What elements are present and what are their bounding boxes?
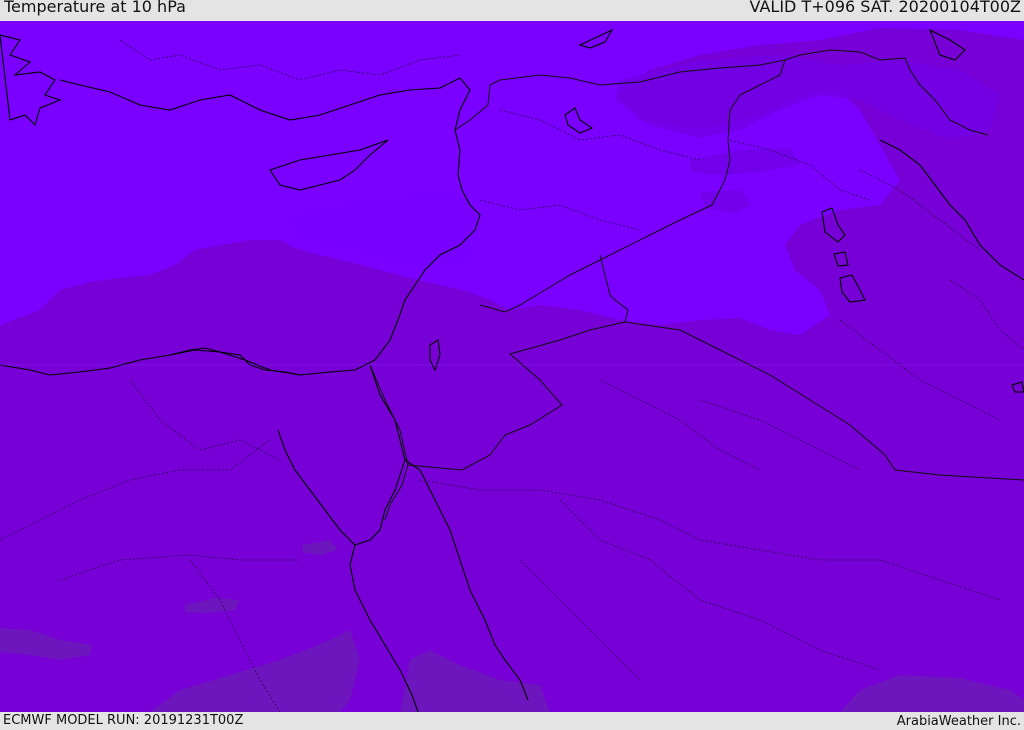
valid-time: VALID T+096 SAT. 20200104T00Z bbox=[749, 0, 1021, 16]
map-canvas[interactable] bbox=[0, 21, 1024, 712]
footer-bar: ECMWF MODEL RUN: 20191231T00Z ArabiaWeat… bbox=[0, 712, 1024, 729]
map-viewer: Temperature at 10 hPa VALID T+096 SAT. 2… bbox=[0, 0, 1024, 729]
map-title: Temperature at 10 hPa bbox=[4, 0, 186, 16]
temperature-map-svg bbox=[0, 21, 1024, 712]
header-bar: Temperature at 10 hPa VALID T+096 SAT. 2… bbox=[0, 0, 1024, 21]
credit-text: ArabiaWeather Inc. bbox=[896, 714, 1021, 729]
model-run: ECMWF MODEL RUN: 20191231T00Z bbox=[3, 713, 244, 728]
